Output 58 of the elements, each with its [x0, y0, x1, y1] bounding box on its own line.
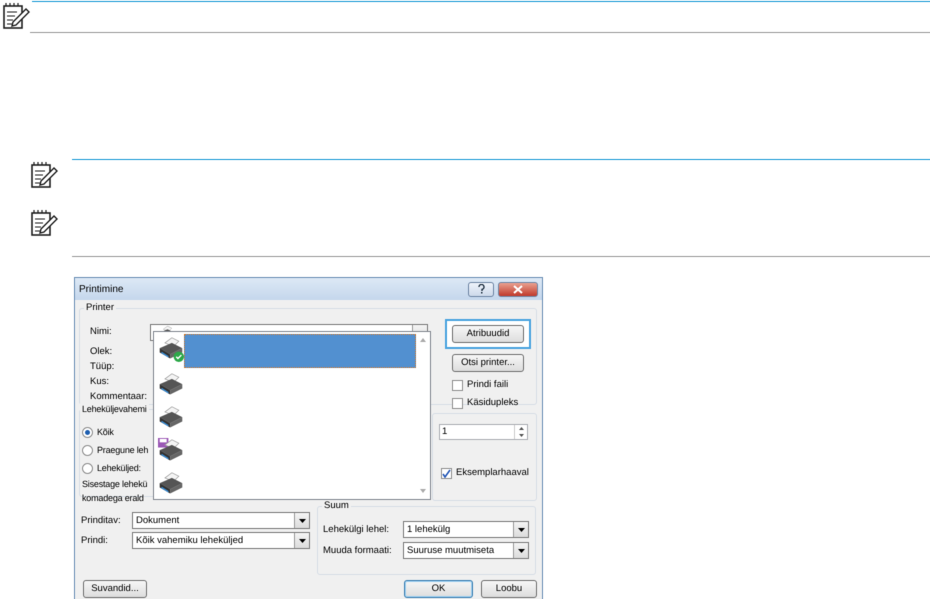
radio-button[interactable]: [82, 462, 93, 474]
cancel-button[interactable]: Loobu: [481, 580, 537, 598]
dropdown-arrow-button[interactable]: [294, 513, 309, 528]
dropdown-value: Suuruse muutmiseta: [406, 544, 494, 558]
field-label: Nimi:: [90, 325, 113, 340]
checkbox-label: Käsidupleks: [467, 396, 518, 410]
dropdown-field[interactable]: Suuruse muutmiseta: [403, 542, 529, 560]
field-label: Tüüp:: [90, 360, 116, 374]
caret-icon: [518, 548, 524, 553]
dropdown-arrow-button[interactable]: [513, 543, 528, 558]
hint-text: Sisestage lehekü: [82, 479, 148, 490]
options-button[interactable]: Suvandid...: [83, 580, 147, 598]
caret-icon: [298, 538, 306, 542]
field-label: Olek:: [90, 345, 114, 360]
dropdown-field[interactable]: Dokument: [132, 512, 310, 529]
copies-value: 1: [441, 425, 448, 439]
caret-icon: [298, 518, 306, 522]
properties-button[interactable]: Atribuudid: [452, 325, 524, 344]
field-label: Muuda formaati:: [323, 544, 393, 558]
dropdown-value: Kõik vahemiku leheküljed: [135, 534, 244, 548]
window-title: Printimine: [79, 282, 124, 296]
group-title: Leheküljevahemi: [80, 403, 149, 415]
field-label: Kus:: [90, 375, 110, 390]
checkbox-label: Prindi faili: [467, 378, 508, 392]
scroll-up-icon: [420, 338, 426, 342]
field-label: Kommentaar:: [90, 390, 148, 404]
note-icon: [30, 161, 58, 189]
radio-label: Praegune leh: [97, 444, 148, 458]
checkbox[interactable]: [452, 398, 463, 409]
checkbox[interactable]: [452, 380, 463, 391]
close-button[interactable]: [498, 282, 538, 296]
dropdown-field[interactable]: Kõik vahemiku leheküljed: [132, 532, 310, 549]
spin-buttons[interactable]: [514, 425, 527, 439]
help-button[interactable]: [468, 282, 494, 296]
help-icon: [478, 284, 484, 294]
field-label: Lehekülgi lehel:: [323, 522, 390, 537]
dropdown-arrow-button[interactable]: [294, 533, 309, 548]
radio-label: Leheküljed:: [97, 462, 141, 476]
dropdown-value: 1 lehekülg: [406, 522, 450, 537]
find-printer-button[interactable]: Otsi printer...: [452, 354, 524, 372]
field-label: Prinditav:: [80, 514, 122, 528]
checkbox-label: Eksemplarhaaval: [456, 466, 529, 480]
ok-button[interactable]: OK: [404, 580, 473, 598]
radio-button[interactable]: [82, 444, 93, 456]
radio-button[interactable]: [82, 426, 93, 438]
radio-label: Kõik: [97, 426, 114, 440]
note-icon: [2, 2, 30, 30]
field-label: Prindi:: [80, 534, 109, 548]
hint-text: komadega erald: [82, 492, 144, 504]
dropdown-value: Dokument: [135, 514, 180, 528]
copies-spinner[interactable]: 1: [439, 424, 528, 440]
caret-icon: [518, 528, 524, 532]
close-icon: [513, 284, 523, 294]
note-icon: [30, 209, 58, 237]
checkbox[interactable]: [441, 468, 452, 478]
dropdown-arrow-button[interactable]: [513, 522, 528, 538]
dropdown-field[interactable]: 1 lehekülg: [403, 521, 529, 538]
scroll-down-icon: [420, 489, 426, 493]
